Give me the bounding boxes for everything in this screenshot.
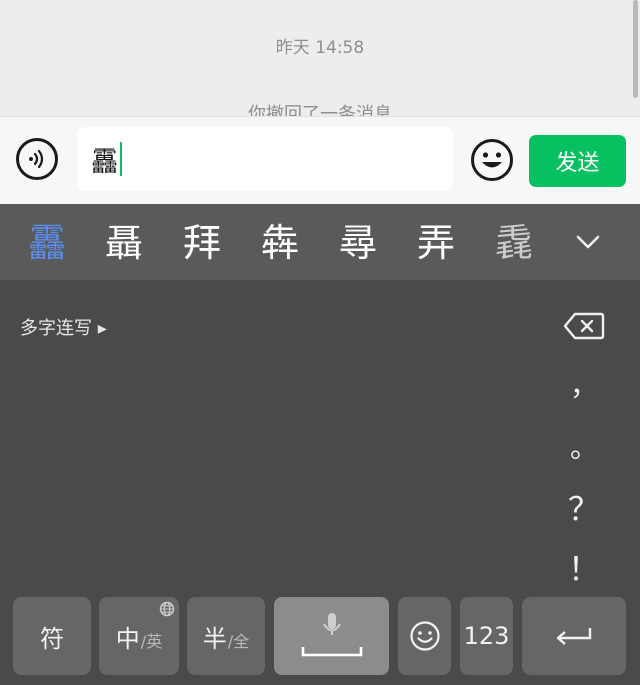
voice-icon (29, 149, 44, 169)
symbols-key-label: 符 (40, 624, 64, 653)
width-main-label: 半 (202, 624, 227, 653)
language-switch-key[interactable]: 中 /英 (99, 597, 179, 675)
multi-char-toggle[interactable]: 多字连写 ▸ (20, 314, 107, 340)
candidate-item[interactable]: 拜 (183, 220, 221, 266)
ime-keyboard: 靐 聶 拜 犇 尋 弄 毳 多字连写 ▸ ， 。 ？ ！ 符 中 /英 半 /全 (0, 204, 640, 685)
smiley-icon (409, 621, 440, 651)
globe-icon (159, 601, 175, 617)
numbers-key[interactable]: 123 (460, 597, 513, 675)
message-text-field[interactable]: 靐 (77, 127, 453, 191)
smiley-icon (471, 139, 513, 181)
recall-notice[interactable]: 你撤回了一条消息 (0, 100, 640, 116)
chat-area: 昨天 14:58 你撤回了一条消息 (0, 0, 640, 116)
text-cursor (120, 142, 122, 176)
language-sub-label: /英 (140, 632, 163, 651)
candidate-item[interactable]: 尋 (339, 220, 377, 266)
question-key[interactable]: ？ (564, 484, 604, 530)
exclamation-key[interactable]: ！ (564, 544, 604, 590)
period-key[interactable]: 。 (564, 426, 604, 466)
candidate-item[interactable]: 靐 (28, 220, 66, 266)
emoji-button[interactable] (470, 138, 514, 182)
candidate-item[interactable]: 聶 (105, 220, 143, 266)
message-timestamp: 昨天 14:58 (275, 38, 365, 58)
language-main-label: 中 (115, 624, 140, 653)
symbols-key[interactable]: 符 (13, 597, 91, 675)
space-voice-key[interactable] (274, 597, 389, 675)
width-toggle-key[interactable]: 半 /全 (187, 597, 265, 675)
width-sub-label: /全 (227, 632, 250, 651)
candidate-item[interactable]: 毳 (495, 220, 533, 266)
chevron-down-icon[interactable] (572, 226, 604, 258)
backspace-icon[interactable] (563, 312, 605, 340)
voice-input-button[interactable] (16, 138, 58, 180)
numbers-key-label: 123 (463, 622, 510, 650)
comma-key[interactable]: ， (564, 364, 604, 404)
message-input-bar: 靐 发送 (0, 116, 640, 205)
input-text: 靐 (91, 146, 118, 178)
microphone-icon (301, 613, 362, 657)
scrollbar[interactable] (633, 0, 638, 98)
return-icon (556, 628, 592, 645)
send-button[interactable]: 发送 (529, 135, 626, 187)
candidate-bar: 靐 聶 拜 犇 尋 弄 毳 (0, 204, 640, 280)
emoji-key[interactable] (398, 597, 451, 675)
candidate-item[interactable]: 犇 (261, 220, 299, 266)
enter-key[interactable] (522, 597, 626, 675)
candidate-item[interactable]: 弄 (417, 220, 455, 266)
